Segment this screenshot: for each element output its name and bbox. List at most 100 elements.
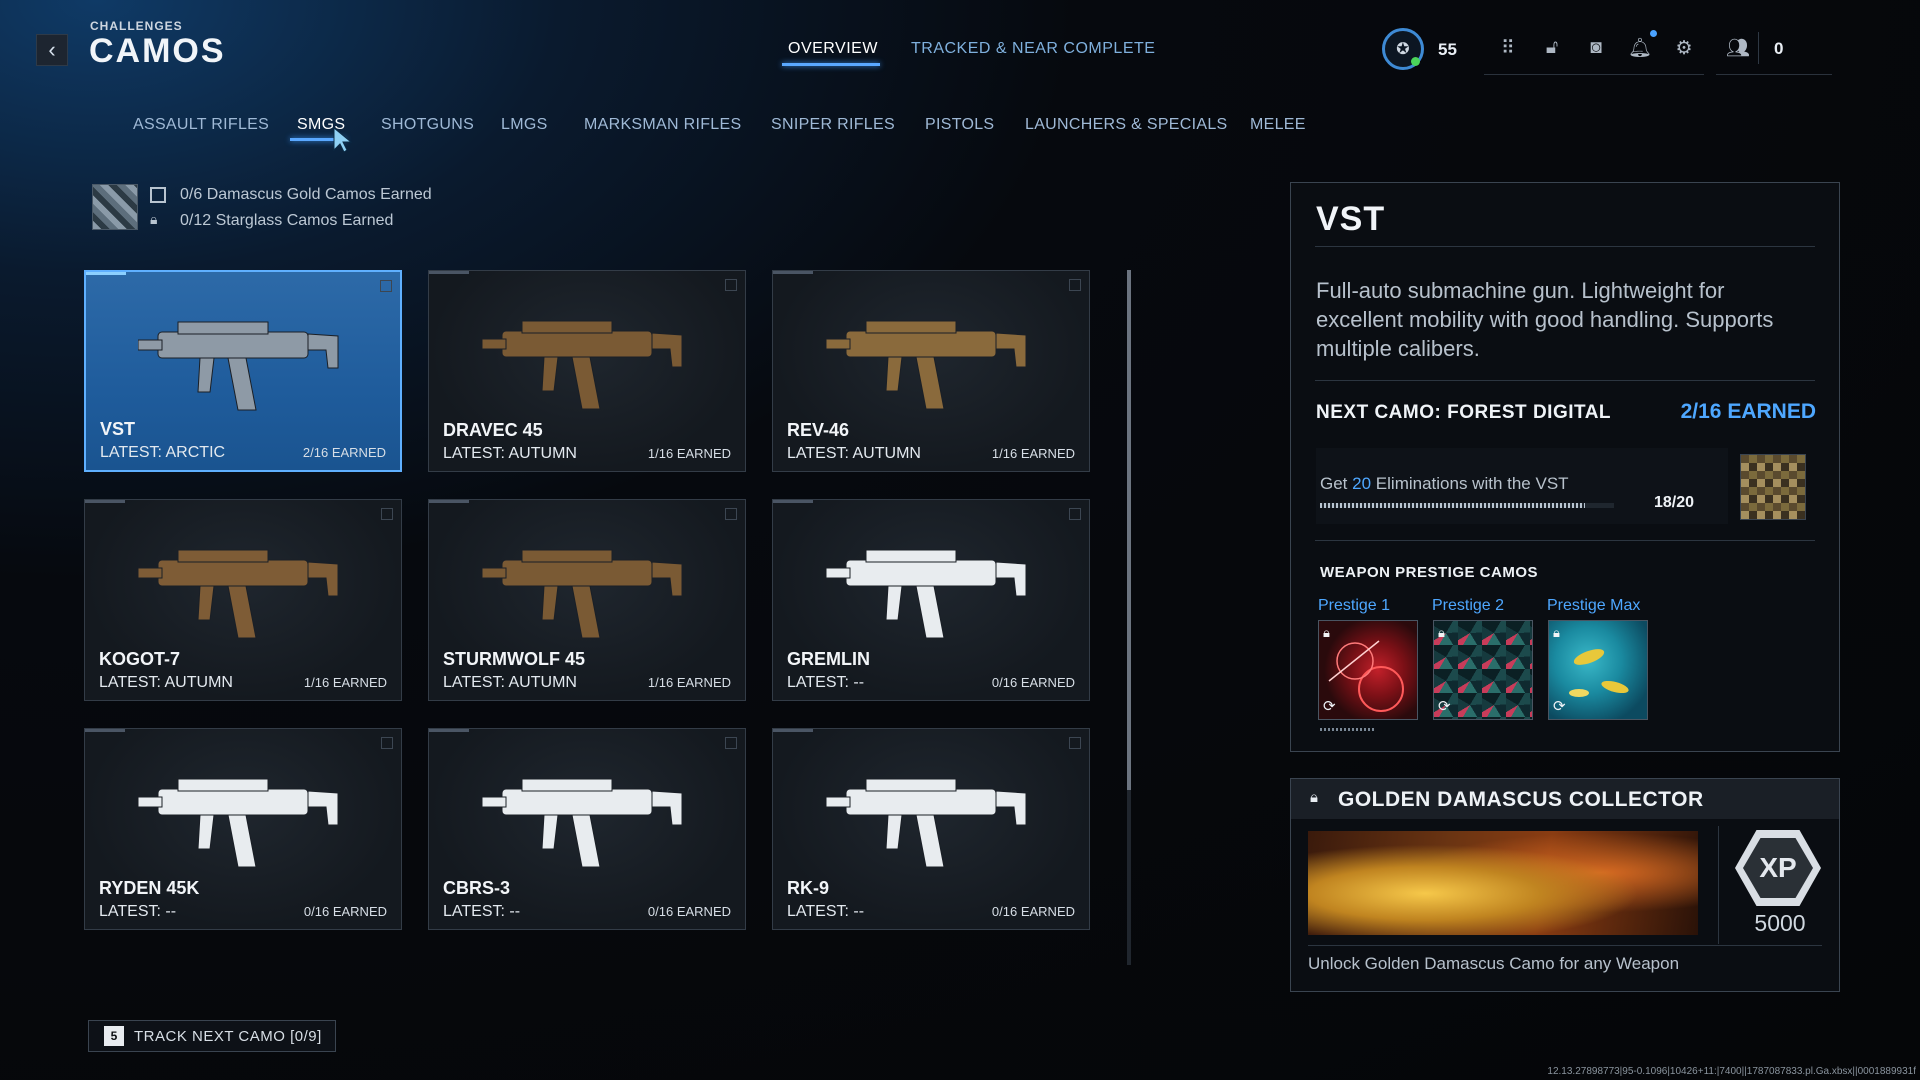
header-divider xyxy=(1758,32,1759,64)
grid-scrollbar-thumb[interactable] xyxy=(1127,270,1131,790)
weapon-name: REV-46 xyxy=(787,420,850,440)
header-separator xyxy=(1484,74,1704,75)
card-top-bar xyxy=(429,729,469,732)
category-melee[interactable]: MELEE xyxy=(1250,116,1306,134)
challenge-number: 20 xyxy=(1352,474,1372,493)
weapon-image xyxy=(138,549,339,639)
xp-value: 5000 xyxy=(1754,910,1806,936)
card-corner-icon xyxy=(1069,737,1081,749)
header-separator-right xyxy=(1716,74,1832,75)
online-status-dot xyxy=(1411,57,1420,66)
prestige-max-camo[interactable]: 🔒︎ ⟳ xyxy=(1548,620,1648,720)
tab-overview[interactable]: OVERVIEW xyxy=(788,40,878,58)
weapon-latest-camo: LATEST: -- xyxy=(787,903,865,920)
category-pistols[interactable]: PISTOLS xyxy=(925,116,994,134)
prestige-icon: ⟳ xyxy=(1553,698,1566,715)
track-next-camo-label: TRACK NEXT CAMO [0/9] xyxy=(134,1028,322,1045)
prestige-1-label: Prestige 1 xyxy=(1318,597,1391,614)
category-assault-rifles[interactable]: ASSAULT RIFLES xyxy=(133,116,269,134)
lock-icon: 🔒︎ xyxy=(150,211,158,227)
camo-summary-thumbnail xyxy=(92,184,138,230)
weapon-image xyxy=(138,778,339,868)
card-corner-icon xyxy=(1069,508,1081,520)
keybind-5: 5 xyxy=(104,1026,124,1046)
card-corner-icon xyxy=(381,737,393,749)
weapon-card[interactable]: STURMWOLF 45 LATEST: AUTUMN 1/16 EARNED xyxy=(428,499,746,701)
card-top-bar xyxy=(429,271,469,274)
social-icon[interactable]: 👥︎ xyxy=(1724,34,1752,62)
damascus-checkbox-icon xyxy=(150,187,166,203)
reward-title: GOLDEN DAMASCUS COLLECTOR xyxy=(1338,788,1704,811)
next-camo-swatch[interactable] xyxy=(1740,454,1806,520)
weapon-card[interactable]: RYDEN 45K LATEST: -- 0/16 EARNED xyxy=(84,728,402,930)
weapon-image xyxy=(482,549,683,639)
card-top-bar xyxy=(85,500,125,503)
weapon-earned-count: 2/16 EARNED xyxy=(302,445,386,460)
category-marksman-rifles[interactable]: MARKSMAN RIFLES xyxy=(584,116,741,134)
weapon-earned-count: 1/16 EARNED xyxy=(303,675,387,690)
weapon-card[interactable]: DRAVEC 45 LATEST: AUTUMN 1/16 EARNED xyxy=(428,270,746,472)
weapon-earned-count: 0/16 EARNED xyxy=(647,904,731,919)
unlock-icon[interactable]: 🔓︎ xyxy=(1538,34,1566,62)
chevron-left-icon: ‹ xyxy=(48,37,56,62)
page-title: CAMOS xyxy=(89,32,226,70)
weapon-card[interactable]: RK-9 LATEST: -- 0/16 EARNED xyxy=(772,728,1090,930)
weapon-latest-camo: LATEST: -- xyxy=(99,903,177,920)
bell-icon[interactable]: 🔔︎ xyxy=(1626,34,1654,62)
weapon-earned-count: 1/16 EARNED xyxy=(991,446,1075,461)
card-top-bar xyxy=(773,500,813,503)
lock-icon: 🔒︎ xyxy=(1438,625,1445,640)
camera-icon[interactable]: ◙ xyxy=(1582,34,1610,62)
prestige-camos-title: WEAPON PRESTIGE CAMOS xyxy=(1320,564,1539,581)
gear-icon[interactable]: ⚙ xyxy=(1670,34,1698,62)
reward-separator xyxy=(1308,945,1822,946)
category-shotguns[interactable]: SHOTGUNS xyxy=(381,116,474,134)
starglass-summary: 0/12 Starglass Camos Earned xyxy=(180,212,394,229)
category-lmgs[interactable]: LMGS xyxy=(501,116,548,134)
tab-tracked-near-complete[interactable]: TRACKED & NEAR COMPLETE xyxy=(911,40,1155,58)
weapon-earned-count: 0/16 EARNED xyxy=(991,675,1075,690)
back-button[interactable]: ‹ xyxy=(36,34,68,66)
weapon-name: DRAVEC 45 xyxy=(443,420,543,440)
card-top-bar xyxy=(86,272,126,275)
detail-weapon-name: VST xyxy=(1316,200,1386,238)
detail-separator-3 xyxy=(1315,540,1815,541)
weapon-card[interactable]: VST LATEST: ARCTIC 2/16 EARNED xyxy=(84,270,402,472)
prestige-icon: ⟳ xyxy=(1323,698,1336,715)
weapon-image xyxy=(482,778,683,868)
category-sniper-rifles[interactable]: SNIPER RIFLES xyxy=(771,116,895,134)
social-count: 0 xyxy=(1774,39,1784,58)
golden-damascus-image xyxy=(1308,831,1698,935)
card-corner-icon xyxy=(725,279,737,291)
weapon-name: KOGOT-7 xyxy=(99,649,181,669)
challenge-suffix: Eliminations with the VST xyxy=(1375,474,1569,493)
weapon-card[interactable]: GREMLIN LATEST: -- 0/16 EARNED xyxy=(772,499,1090,701)
card-corner-icon xyxy=(725,737,737,749)
weapon-card[interactable]: KOGOT-7 LATEST: AUTUMN 1/16 EARNED xyxy=(84,499,402,701)
weapon-name: GREMLIN xyxy=(787,649,870,669)
next-camo-earned: 2/16 EARNED xyxy=(1680,400,1816,423)
card-top-bar xyxy=(429,500,469,503)
weapon-earned-count: 1/16 EARNED xyxy=(647,675,731,690)
tab-overview-underline xyxy=(782,63,880,66)
weapon-latest-camo: LATEST: AUTUMN xyxy=(787,445,921,462)
weapon-latest-camo: LATEST: -- xyxy=(443,903,521,920)
challenge-text: Get 20 Eliminations with the VST xyxy=(1320,474,1569,494)
reward-divider xyxy=(1718,826,1719,944)
prestige-scroll-indicator xyxy=(1320,728,1376,731)
weapon-latest-camo: LATEST: -- xyxy=(787,674,865,691)
prestige-2-camo[interactable]: 🔒︎ ⟳ xyxy=(1433,620,1533,720)
prestige-1-camo[interactable]: 🔒︎ ⟳ xyxy=(1318,620,1418,720)
weapon-earned-count: 0/16 EARNED xyxy=(991,904,1075,919)
challenge-prefix: Get xyxy=(1320,474,1348,493)
weapon-latest-camo: LATEST: AUTUMN xyxy=(443,445,577,462)
weapon-name: STURMWOLF 45 xyxy=(443,649,585,669)
card-top-bar xyxy=(85,729,125,732)
detail-description: Full-auto submachine gun. Lightweight fo… xyxy=(1316,278,1774,361)
grid-scrollbar-track[interactable] xyxy=(1127,790,1131,965)
weapon-card[interactable]: REV-46 LATEST: AUTUMN 1/16 EARNED xyxy=(772,270,1090,472)
weapon-card[interactable]: CBRS-3 LATEST: -- 0/16 EARNED xyxy=(428,728,746,930)
category-launchers-specials[interactable]: LAUNCHERS & SPECIALS xyxy=(1025,116,1228,134)
card-corner-icon xyxy=(1069,279,1081,291)
grid-menu-icon[interactable]: ⠿ xyxy=(1494,34,1522,62)
